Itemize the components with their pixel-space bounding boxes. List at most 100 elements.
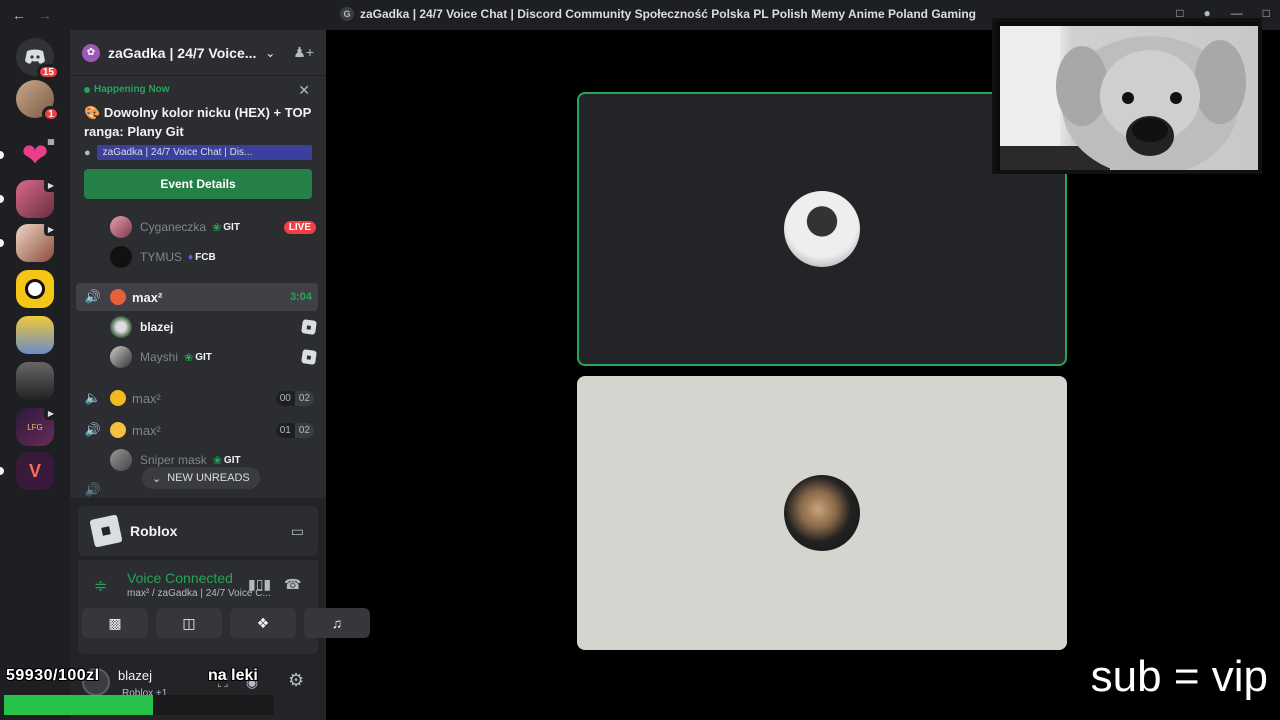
event-title: 🎨 Dowolny kolor nicku (HEX) + TOP ranga:… — [84, 105, 312, 139]
window-title: G zaGadka | 24/7 Voice Chat | Discord Co… — [340, 7, 976, 21]
avatar — [110, 346, 132, 368]
event-status: Happening Now — [94, 84, 170, 95]
server-pink[interactable]: ▶ — [0, 178, 58, 218]
live-dot-icon — [84, 86, 90, 93]
screen-share-button[interactable]: ◫ — [156, 608, 222, 638]
server-dark[interactable] — [16, 362, 54, 400]
server-favicon-icon: G — [340, 7, 354, 21]
participant-avatar — [784, 191, 860, 267]
disconnect-icon[interactable]: ☎ — [284, 576, 301, 593]
event-banner: Happening Now ✕ 🎨 Dowolny kolor nicku (H… — [70, 76, 326, 199]
live-badge: LIVE — [283, 220, 316, 234]
nav-buttons: ← → — [0, 7, 52, 23]
voice-channel[interactable]: 🔈 max² 00 02 — [76, 384, 318, 412]
server-yellow[interactable] — [16, 270, 54, 308]
happening-now: Happening Now — [84, 84, 312, 95]
event-location[interactable]: zaGadka | 24/7 Voice Chat | Dis... — [96, 145, 312, 160]
soundboard-button[interactable]: ♫ — [304, 608, 370, 638]
voice-channel-active[interactable]: 🔊 max² 3:04 — [76, 283, 318, 311]
camera-off-icon: ▩ — [108, 614, 122, 631]
sub-vip-text: sub = vip — [1090, 652, 1268, 701]
leaf-icon: ❀ — [184, 351, 194, 364]
channel-emoji-icon — [110, 289, 126, 305]
server-valorant[interactable]: V — [0, 452, 54, 490]
chevron-down-icon: ⌄ — [152, 472, 162, 485]
username: blazej — [118, 668, 152, 683]
voice-icon: ▶ — [44, 178, 58, 192]
server-header[interactable]: ✿ zaGadka | 24/7 Voice... ⌄ ♟+ — [70, 30, 326, 76]
server-lfg[interactable]: LFG ▶ — [16, 406, 58, 446]
progress-fill — [4, 695, 153, 715]
voice-icon: ▶ — [44, 222, 58, 236]
speaker-icon: 🔊 — [84, 422, 102, 437]
soundboard-icon: ♫ — [331, 615, 343, 631]
webcam-overlay — [992, 18, 1262, 174]
screen-share-icon: ◫ — [182, 614, 196, 631]
server-name: zaGadka | 24/7 Voice... — [108, 44, 257, 61]
participant-avatar — [784, 475, 860, 551]
roblox-logo-icon — [89, 514, 123, 548]
location-pin-icon: ● — [84, 146, 91, 159]
activity-card: Roblox ▭ — [78, 506, 318, 556]
donation-counter: 59930/100zl — [6, 667, 100, 684]
voice-status[interactable]: Voice Connected — [127, 570, 233, 586]
gear-icon[interactable]: ⚙ — [288, 670, 304, 691]
call-timer: 3:04 — [289, 291, 312, 303]
noise-suppression-icon[interactable]: ▮▯▮ — [248, 576, 271, 593]
channel-sidebar: ✿ zaGadka | 24/7 Voice... ⌄ ♟+ Happening… — [70, 30, 370, 720]
stream-game-icon[interactable]: ▭ — [291, 523, 304, 540]
avatar — [110, 316, 132, 338]
roblox-activity-icon: ■ — [301, 319, 317, 335]
channel-emoji-icon — [110, 422, 126, 438]
server-heart[interactable]: ❤ ▦ — [0, 134, 58, 174]
activities-button[interactable]: ❖ — [230, 608, 296, 638]
server-list: 15 1 ❤ ▦ ▶ ▶ LFG ▶ V — [0, 30, 70, 720]
maximize-icon[interactable]: □ — [1263, 6, 1270, 20]
speaker-icon: 🔈 — [84, 390, 102, 405]
home-button[interactable]: 15 — [16, 38, 60, 80]
channel-emoji-icon — [110, 390, 126, 406]
voice-user[interactable]: Cyganeczka ❀ GIT LIVE — [110, 214, 316, 240]
speaker-icon: 🔊 — [84, 482, 102, 497]
user-limit: 01 02 — [275, 422, 314, 438]
event-icon: ▦ — [44, 134, 58, 148]
leaf-icon: ❀ — [212, 221, 222, 234]
back-arrow-icon[interactable]: ← — [12, 7, 26, 23]
add-user-icon[interactable]: ♟+ — [293, 44, 314, 61]
voice-connection-panel: ≑ Voice Connected max² / zaGadka | 24/7 … — [78, 560, 370, 654]
voice-user[interactable]: Mayshi ❀ GIT ■ — [110, 344, 317, 370]
video-tile[interactable] — [577, 376, 1067, 650]
avatar — [110, 449, 132, 471]
signal-icon[interactable]: ≑ — [94, 576, 107, 596]
server-glasses[interactable]: ▶ — [0, 222, 58, 262]
webcam-feed — [1000, 26, 1258, 170]
voice-icon: ▶ — [44, 406, 58, 420]
close-icon[interactable]: ✕ — [298, 82, 310, 99]
voice-user[interactable]: blazej ■ — [110, 314, 317, 340]
voice-user[interactable]: TYMUS ♦ FCB — [110, 244, 316, 270]
server-minion[interactable] — [16, 316, 54, 354]
chevron-down-icon[interactable]: ⌄ — [265, 46, 275, 60]
activities-icon: ❖ — [256, 614, 270, 631]
diamond-icon: ♦ — [188, 251, 194, 263]
dm-badge: 1 — [42, 106, 60, 122]
donation-progress-bar — [4, 695, 274, 715]
voice-channel[interactable]: 🔊 max² 01 02 — [76, 416, 318, 444]
user-limit: 00 02 — [275, 390, 314, 406]
leaf-icon: ❀ — [212, 454, 222, 467]
speaker-icon: 🔊 — [84, 289, 102, 304]
camera-off-button[interactable]: ▩ — [82, 608, 148, 638]
avatar — [110, 216, 132, 238]
activity-name: Roblox — [130, 523, 178, 539]
forward-arrow-icon[interactable]: → — [38, 7, 52, 23]
home-badge: 15 — [36, 64, 60, 80]
donation-goal-label: na leki — [208, 667, 258, 684]
palette-icon: 🎨 — [84, 105, 101, 120]
event-details-button[interactable]: Event Details — [84, 169, 312, 199]
avatar — [110, 246, 132, 268]
server-icon: ✿ — [82, 43, 100, 62]
user-panel: Roblox ▭ ≑ Voice Connected max² / zaGadk… — [70, 498, 370, 720]
new-unreads-pill[interactable]: ⌄ NEW UNREADS — [142, 467, 260, 489]
dm-avatar[interactable]: 1 — [16, 80, 60, 122]
window-title-text: zaGadka | 24/7 Voice Chat | Discord Comm… — [360, 7, 976, 21]
